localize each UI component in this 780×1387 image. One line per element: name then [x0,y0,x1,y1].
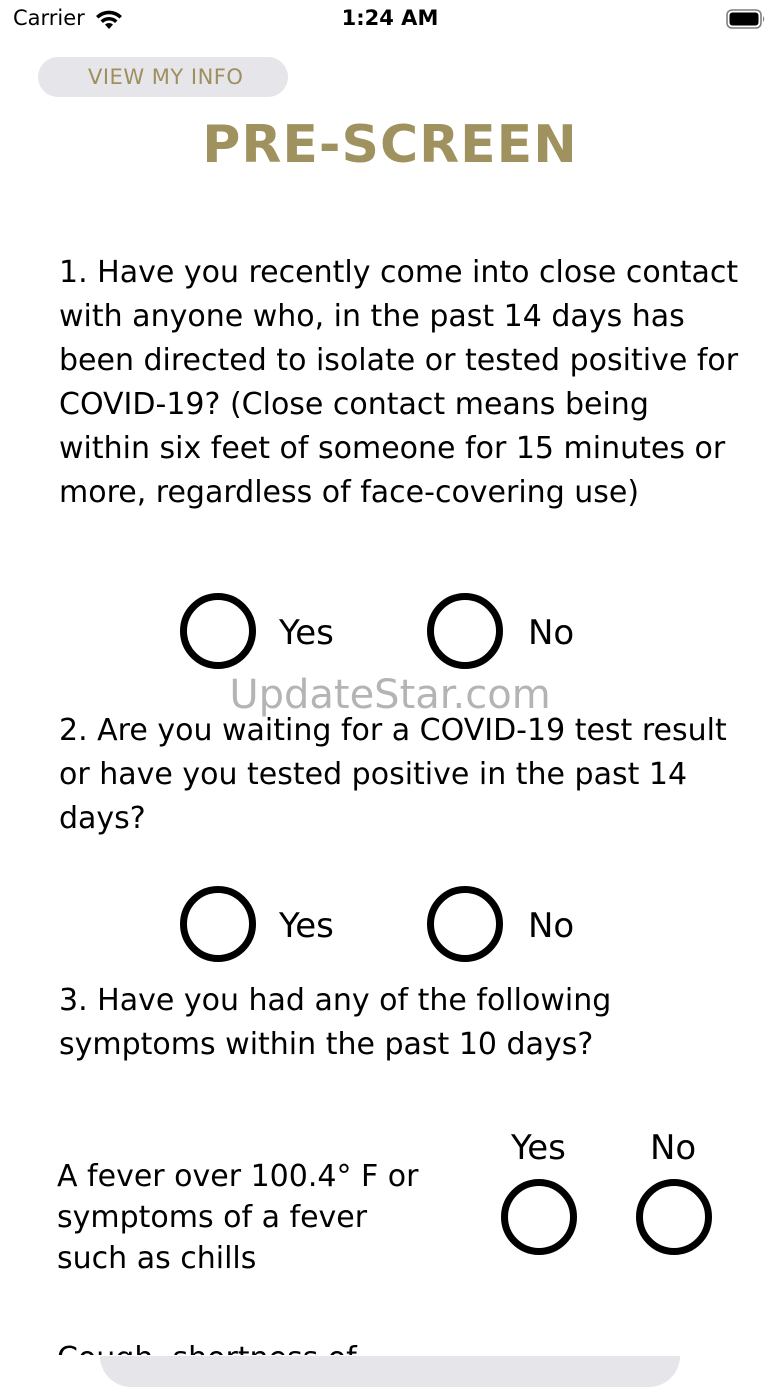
symptoms-yes-header: Yes [511,1128,566,1168]
question-1-yes-radio[interactable] [180,593,256,669]
question-2-text: 2. Are you waiting for a COVID-19 test r… [59,713,727,836]
page-title: PRE-SCREEN [202,115,578,175]
bottom-submit-bar[interactable] [100,1356,680,1387]
question-1-no-label[interactable]: No [528,613,574,653]
question-2-yes-radio[interactable] [180,886,256,962]
battery-icon [726,9,765,29]
question-2-no-label[interactable]: No [528,906,574,946]
view-my-info-button[interactable]: VIEW MY INFO [38,57,288,97]
symptom-fever-no-radio[interactable] [636,1179,712,1255]
question-1-no-radio[interactable] [427,593,503,669]
symptom-cough-row: Cough, shortness of [0,1338,780,1355]
symptom-cough-text: Cough, shortness of [57,1338,357,1355]
question-1-text: 1. Have you recently come into close con… [59,255,739,510]
clock: 1:24 AM [341,6,439,30]
question-1-yes-label[interactable]: Yes [279,613,334,653]
question-2-yes-label[interactable]: Yes [279,906,334,946]
symptom-fever-text: A fever over 100.4° F or symptoms of a f… [57,1159,419,1276]
symptom-fever-yes-radio[interactable] [501,1179,577,1255]
question-2-no-radio[interactable] [427,886,503,962]
symptoms-no-header: No [650,1128,697,1168]
question-3-text: 3. Have you had any of the following sym… [59,983,612,1062]
status-bar: Carrier 1:24 AM [0,0,780,40]
